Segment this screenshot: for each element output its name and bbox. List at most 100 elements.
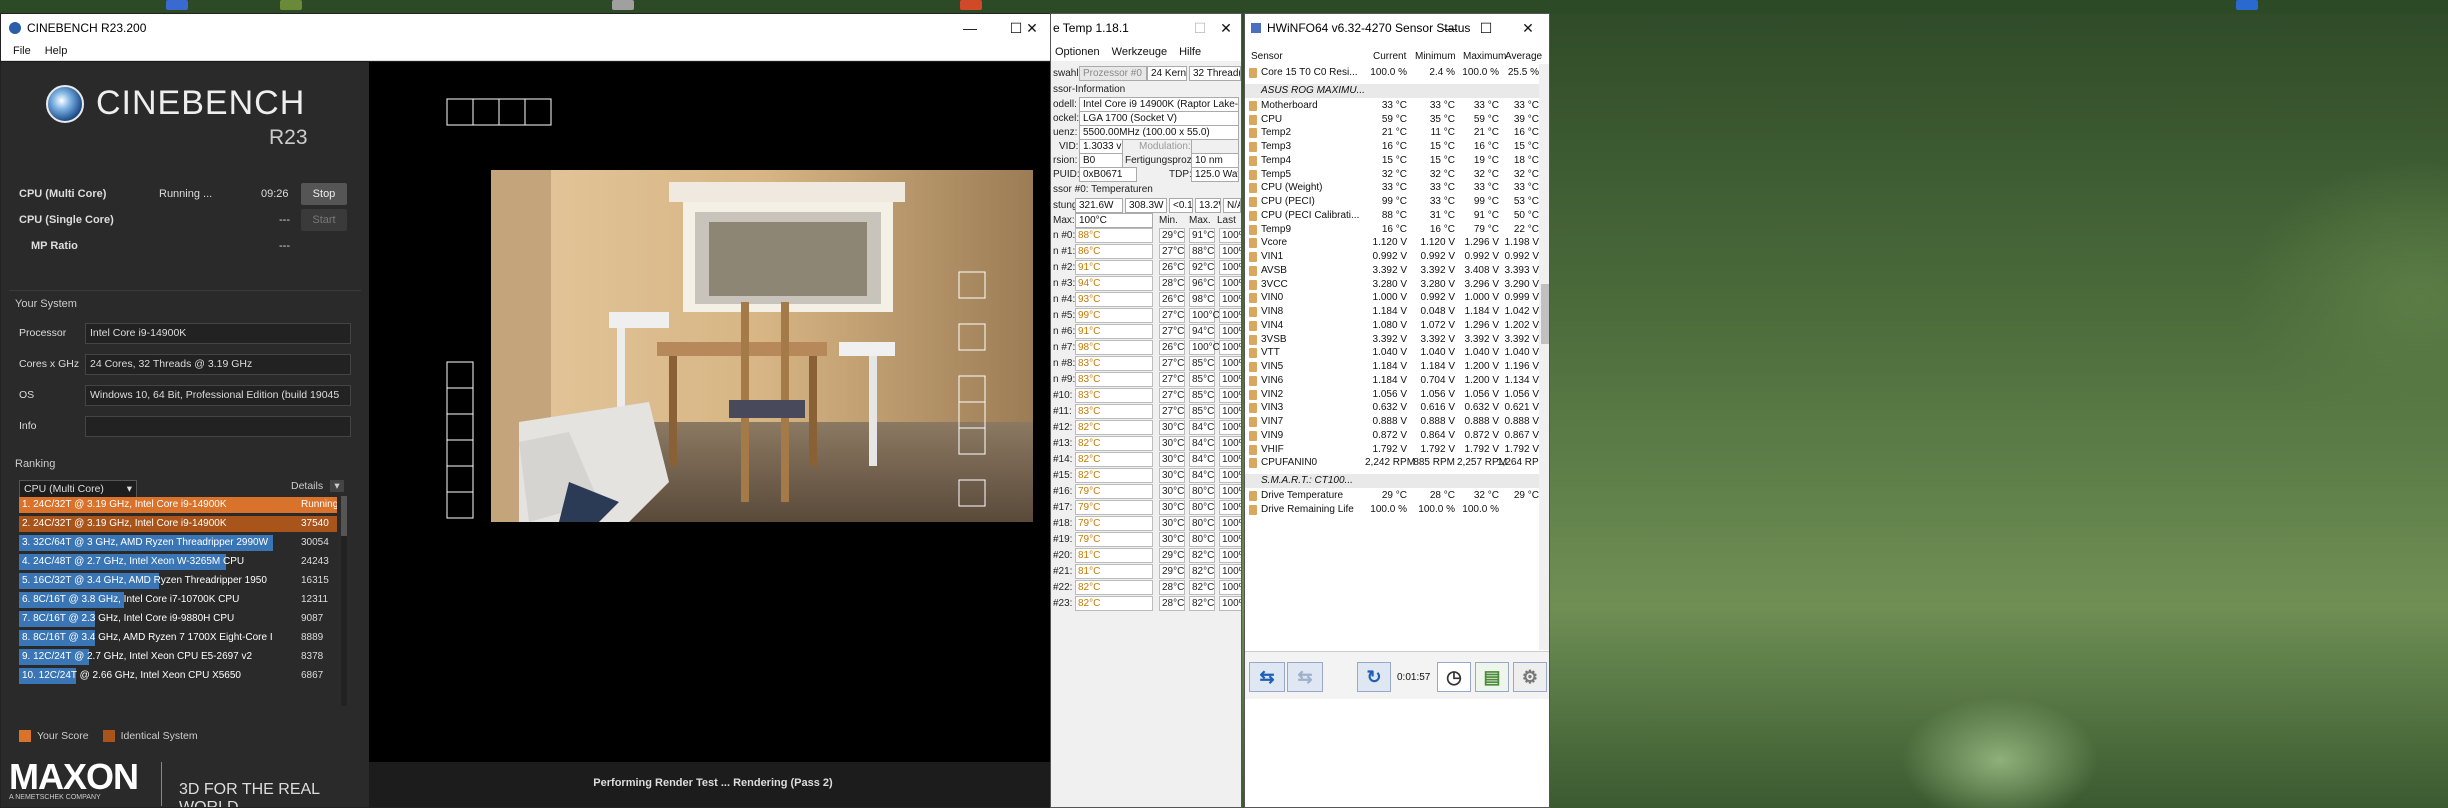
sensor-scrollbar[interactable] [1539,64,1549,650]
sensor-row[interactable]: Temp3 16 °C 15 °C 16 °C 15 °C [1245,140,1539,154]
sensor-row[interactable]: VIN3 0.632 V 0.616 V 0.632 V 0.621 V [1245,401,1539,415]
sensor-row[interactable]: CPU (PECI) 99 °C 33 °C 99 °C 53 °C [1245,195,1539,209]
minimize-icon[interactable]: — [947,14,993,42]
cinebench-titlebar[interactable]: CINEBENCH R23.200 — ☐ ✕ [1,14,1055,42]
sensor-row[interactable]: VTT 1.040 V 1.040 V 1.040 V 1.040 V [1245,346,1539,360]
log-icon[interactable]: ▤ [1475,662,1509,692]
col-average[interactable]: Average [1505,49,1542,65]
sensor-row[interactable]: Temp9 16 °C 16 °C 79 °C 22 °C [1245,223,1539,237]
coretemp-titlebar[interactable]: e Temp 1.18.1 ☐ ✕ [1051,14,1241,42]
ranking-row[interactable]: 8. 8C/16T @ 3.4 GHz, AMD Ryzen 7 1700X E… [19,629,337,647]
details-button[interactable]: Details ▾ [291,480,345,492]
sensor-row[interactable]: VIN5 1.184 V 1.184 V 1.200 V 1.196 V [1245,360,1539,374]
sensor-current: 100.0 % [1370,67,1407,78]
core-min: 27°C [1159,244,1185,259]
sensor-average: 3.393 V [1504,264,1539,276]
sensor-row[interactable]: VIN0 1.000 V 0.992 V 1.000 V 0.999 V [1245,291,1539,305]
ranking-row[interactable]: 5. 16C/32T @ 3.4 GHz, AMD Ryzen Threadri… [19,572,337,590]
sensor-row[interactable]: Temp2 21 °C 11 °C 21 °C 16 °C [1245,126,1539,140]
desktop-icon[interactable] [612,0,634,10]
menu-hilfe[interactable]: Hilfe [1179,46,1201,58]
close-icon[interactable]: ✕ [1203,14,1241,42]
core-temp-row: #14:82°C 30°C 84°C 100% [1051,452,1241,468]
menu-help[interactable]: Help [45,45,68,57]
sensor-name: CPU (Weight) [1261,182,1323,194]
sensor-current: 3.280 V [1372,278,1407,290]
nav-arrows-icon[interactable]: ⇆ [1249,662,1285,692]
sensor-row[interactable]: CPU (Weight) 33 °C 33 °C 33 °C 33 °C [1245,181,1539,195]
sensor-name: VIN3 [1261,402,1284,414]
sensor-row[interactable]: Vcore 1.120 V 1.120 V 1.296 V 1.198 V [1245,236,1539,250]
menu-optionen[interactable]: Optionen [1055,46,1100,58]
maximize-icon[interactable]: ☐ [1463,14,1509,42]
sensor-row[interactable]: Core 15 T0 C0 Resi... 100.0 % 2.4 % 100.0 %… [1245,66,1539,80]
sensor-reset-icon[interactable]: ↻ [1357,662,1391,692]
ranking-list[interactable]: 1. 24C/32T @ 3.19 GHz, Intel Core i9-149… [19,496,337,706]
ranking-row[interactable]: 9. 12C/24T @ 2.7 GHz, Intel Xeon CPU E5-… [19,648,337,666]
ranking-row[interactable]: 1. 24C/32T @ 3.19 GHz, Intel Core i9-149… [19,496,337,514]
info-field[interactable] [85,415,351,437]
ranking-score: 30054 [301,537,329,548]
ranking-scrollbar[interactable] [341,496,347,706]
ranking-row[interactable]: 4. 24C/48T @ 2.7 GHz, Intel Xeon W-3265M… [19,553,337,571]
ranking-row[interactable]: 3. 32C/64T @ 3 GHz, AMD Ryzen Threadripp… [19,534,337,552]
core-temp: 91°C [1075,260,1153,275]
processor-select[interactable]: Prozessor #0 [1079,66,1147,81]
sensor-row[interactable]: Temp4 15 °C 15 °C 19 °C 18 °C [1245,154,1539,168]
sensor-row[interactable]: VHIF 1.792 V 1.792 V 1.792 V 1.792 V [1245,443,1539,457]
menu-file[interactable]: File [13,45,31,57]
col-sensor[interactable]: Sensor [1251,49,1283,65]
desktop-icon[interactable] [166,0,188,10]
sensor-maximum: 33 °C [1473,99,1499,111]
sensor-row[interactable]: VIN7 0.888 V 0.888 V 0.888 V 0.888 V [1245,415,1539,429]
col-minimum[interactable]: Minimum [1415,49,1456,65]
menu-werkzeuge[interactable]: Werkzeuge [1112,46,1167,58]
ranking-row[interactable]: 2. 24C/32T @ 3.19 GHz, Intel Core i9-149… [19,515,337,533]
close-icon[interactable]: ✕ [1009,14,1055,42]
settings-icon[interactable]: ⚙ [1513,662,1547,692]
sensor-row[interactable]: VIN9 0.872 V 0.864 V 0.872 V 0.867 V [1245,429,1539,443]
logo-text: CINEBENCH [96,84,306,122]
sensor-row[interactable]: VIN1 0.992 V 0.992 V 0.992 V 0.992 V [1245,250,1539,264]
close-icon[interactable]: ✕ [1505,14,1549,42]
sensor-row[interactable]: VIN8 1.184 V 0.048 V 1.184 V 1.042 V [1245,305,1539,319]
sensor-row[interactable]: Drive Temperature 29 °C 28 °C 32 °C 29 °C [1245,489,1539,503]
sensor-maximum: 91 °C [1473,209,1499,221]
sensor-row[interactable]: Temp5 32 °C 32 °C 32 °C 32 °C [1245,168,1539,182]
clock-icon[interactable]: ◷ [1437,662,1471,692]
hwinfo-titlebar[interactable]: HWiNFO64 v6.32-4270 Sensor Status — ☐ ✕ [1245,14,1549,42]
sensor-row[interactable]: 3VSB 3.392 V 3.392 V 3.392 V 3.392 V [1245,333,1539,347]
sensor-icon [1249,430,1257,441]
ranking-row[interactable]: 7. 8C/16T @ 2.3 GHz, Intel Core i9-9880H… [19,610,337,628]
ranking-row[interactable]: 6. 8C/16T @ 3.8 GHz, Intel Core i7-10700… [19,591,337,609]
core-label: #10: [1053,390,1073,401]
sensor-maximum: 3.296 V [1464,278,1499,290]
sensor-row[interactable]: CPUFANIN0 2,242 RPM 885 RPM 2,257 RPM 1,264 … [1245,456,1547,470]
sensor-row[interactable]: VIN2 1.056 V 1.056 V 1.056 V 1.056 V [1245,388,1539,402]
sensor-row[interactable]: AVSB 3.392 V 3.392 V 3.408 V 3.393 V [1245,264,1539,278]
sensor-group-header[interactable]: ASUS ROG MAXIMU... [1245,83,1539,98]
sensor-row[interactable]: CPU (PECI Calibrati... 88 °C 31 °C 91 °C 50 … [1245,209,1539,223]
cinebench-window: CINEBENCH R23.200 — ☐ ✕ File Help CINEBE… [0,13,1056,808]
core-max: 84°C [1189,468,1215,483]
desktop-icon[interactable] [960,0,982,10]
ranking-row[interactable]: 10. 12C/24T @ 2.66 GHz, Intel Xeon CPU X… [19,667,337,685]
sensor-row[interactable]: Drive Remaining Life 100.0 % 100.0 % 100.0 … [1245,503,1539,517]
desktop-icon[interactable] [2236,0,2258,10]
sensor-minimum: 0.048 V [1420,306,1455,317]
sensor-row[interactable]: 3VCC 3.280 V 3.280 V 3.296 V 3.290 V [1245,278,1539,292]
sensor-average: 1.042 V [1504,306,1539,317]
sensor-group-header[interactable]: S.M.A.R.T.: CT100... [1245,474,1539,488]
test-name: MP Ratio [31,240,78,252]
divider [9,290,361,291]
core-load: 100% [1219,436,1241,451]
sensor-row[interactable]: VIN6 1.184 V 0.704 V 1.200 V 1.134 V [1245,374,1539,388]
sensor-row[interactable]: Motherboard 33 °C 33 °C 33 °C 33 °C [1245,99,1539,113]
start-button[interactable]: Start [301,209,347,231]
stop-button[interactable]: Stop [301,183,347,205]
col-current[interactable]: Current [1373,49,1406,65]
sensor-row[interactable]: VIN4 1.080 V 1.072 V 1.296 V 1.202 V [1245,319,1539,333]
sensor-row[interactable]: CPU 59 °C 35 °C 59 °C 39 °C [1245,113,1539,127]
desktop-icon[interactable] [280,0,302,10]
col-maximum[interactable]: Maximum [1463,49,1506,65]
